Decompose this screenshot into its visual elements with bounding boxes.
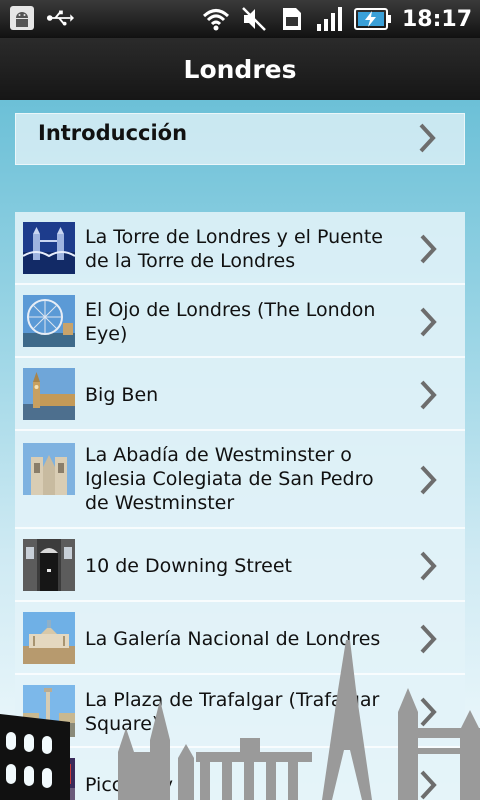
westminster-abbey-thumbnail xyxy=(23,443,75,495)
chevron-right-icon xyxy=(419,123,436,153)
status-bar: 18:17 xyxy=(0,0,480,38)
national-gallery-thumbnail xyxy=(23,612,75,664)
sim-icon xyxy=(278,5,306,33)
list-item-piccadilly[interactable]: Piccadilly xyxy=(15,748,465,800)
list-item-label: La Torre de Londres y el Puente de la To… xyxy=(85,226,383,272)
content-area[interactable]: Introducción La Torre de Londres y el Pu… xyxy=(0,100,480,800)
page-title: Londres xyxy=(183,54,297,84)
list-item-label: 10 de Downing Street xyxy=(85,555,292,577)
tower-bridge-thumbnail xyxy=(23,222,75,274)
chevron-right-icon xyxy=(420,465,437,495)
list-item-label: La Galería Nacional de Londres xyxy=(85,628,381,650)
chevron-right-icon xyxy=(420,697,437,727)
chevron-right-icon xyxy=(420,551,437,581)
list-item-trafalgar-square[interactable]: La Plaza de Trafalgar (Trafalgar Square) xyxy=(15,675,465,748)
list-item-label: Piccadilly xyxy=(85,774,173,796)
android-debug-icon xyxy=(8,4,36,32)
list-item-label: El Ojo de Londres (The London Eye) xyxy=(85,299,376,345)
signal-icon xyxy=(316,5,344,33)
wifi-icon xyxy=(202,5,230,33)
list-item-tower-of-london[interactable]: La Torre de Londres y el Puente de la To… xyxy=(15,212,465,285)
chevron-right-icon xyxy=(420,234,437,264)
list-item-label: La Abadía de Westminster o Iglesia Coleg… xyxy=(85,444,374,514)
list-item-national-gallery[interactable]: La Galería Nacional de Londres xyxy=(15,602,465,675)
title-bar: Londres xyxy=(0,38,480,102)
list-item-downing-street[interactable]: 10 de Downing Street xyxy=(15,529,465,602)
places-list: La Torre de Londres y el Puente de la To… xyxy=(15,212,465,800)
chevron-right-icon xyxy=(420,307,437,337)
list-item-big-ben[interactable]: Big Ben xyxy=(15,358,465,431)
list-item-label: Big Ben xyxy=(85,384,159,406)
status-clock: 18:17 xyxy=(401,6,472,32)
list-item-london-eye[interactable]: El Ojo de Londres (The London Eye) xyxy=(15,285,465,358)
chevron-right-icon xyxy=(420,624,437,654)
london-eye-thumbnail xyxy=(23,295,75,347)
big-ben-thumbnail xyxy=(23,368,75,420)
trafalgar-square-thumbnail xyxy=(23,685,75,737)
downing-street-thumbnail xyxy=(23,539,75,591)
usb-icon xyxy=(46,4,74,32)
list-item-label: La Plaza de Trafalgar (Trafalgar Square) xyxy=(85,689,380,735)
piccadilly-thumbnail xyxy=(23,758,75,800)
intro-item[interactable]: Introducción xyxy=(15,113,465,165)
mute-icon xyxy=(240,5,268,33)
battery-charging-icon xyxy=(353,5,392,33)
list-item-westminster-abbey[interactable]: La Abadía de Westminster o Iglesia Coleg… xyxy=(15,431,465,529)
chevron-right-icon xyxy=(420,380,437,410)
intro-label: Introducción xyxy=(38,121,188,145)
chevron-right-icon xyxy=(420,770,437,800)
